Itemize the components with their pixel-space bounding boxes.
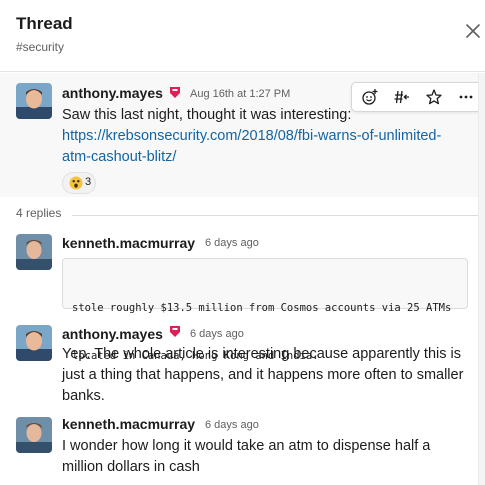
avatar[interactable] — [16, 83, 52, 119]
start-thread-button[interactable] — [386, 83, 418, 111]
avatar[interactable] — [16, 417, 52, 453]
start-thread-icon — [394, 90, 409, 104]
more-actions-icon — [459, 95, 473, 99]
message-text: Saw this last night, thought it was inte… — [62, 105, 472, 168]
team-badge-icon — [170, 326, 180, 337]
message-text: I wonder how long it would take an atm t… — [62, 436, 472, 478]
code-block: stole roughly $13.5 million from Cosmos … — [62, 258, 468, 362]
replies-count: 4 replies — [16, 206, 62, 220]
thread-header: Thread #security — [0, 0, 485, 72]
message-text-line: million dollars in cash — [62, 459, 200, 475]
message-timestamp[interactable]: Aug 16th at 1:27 PM — [190, 88, 290, 100]
author-name[interactable]: kenneth.macmurray — [62, 235, 195, 251]
author-name[interactable]: anthony.mayes — [62, 85, 163, 101]
star-icon — [426, 89, 442, 105]
message-text-line: banks. — [62, 388, 105, 404]
divider-line — [72, 215, 478, 216]
add-reaction-button[interactable] — [354, 83, 386, 111]
reaction-count: 3 — [85, 176, 92, 188]
article-link[interactable]: https://krebsonsecurity.com/2018/08/fbi-… — [62, 126, 472, 168]
team-badge-icon — [170, 87, 180, 98]
close-icon[interactable] — [462, 20, 484, 42]
code-line: stole roughly $13.5 million from Cosmos … — [72, 302, 452, 314]
message-text-line: I wonder how long it would take an atm t… — [62, 438, 431, 454]
reaction-pill[interactable]: 3 — [62, 172, 96, 194]
message-timestamp[interactable]: 6 days ago — [205, 237, 259, 249]
replies-divider: 4 replies — [0, 203, 478, 223]
avatar[interactable] — [16, 325, 52, 361]
channel-name[interactable]: #security — [16, 40, 64, 54]
add-reaction-icon — [362, 89, 378, 105]
star-button[interactable] — [418, 83, 450, 111]
avatar[interactable] — [16, 234, 52, 270]
article-link-line1[interactable]: https://krebsonsecurity.com/2018/08/fbi-… — [62, 126, 472, 147]
author-name[interactable]: kenneth.macmurray — [62, 416, 195, 432]
thread-title: Thread — [16, 14, 73, 33]
message-actions-toolbar — [351, 82, 483, 112]
reply-message[interactable]: anthony.mayes 6 days ago Yep. The whole … — [0, 318, 478, 408]
message-text-line: just a thing that happens, and it happen… — [62, 367, 464, 383]
reply-message[interactable]: kenneth.macmurray 6 days ago I wonder ho… — [0, 410, 478, 485]
author-name[interactable]: anthony.mayes — [62, 326, 163, 342]
article-link-line2[interactable]: atm-cashout-blitz/ — [62, 147, 472, 168]
astonished-face-icon — [69, 176, 83, 190]
message-text: Yep. The whole article is interesting be… — [62, 344, 472, 407]
message-timestamp[interactable]: 6 days ago — [205, 419, 259, 431]
scrollbar[interactable] — [478, 73, 485, 485]
message-text-line: Yep. The whole article is interesting be… — [62, 346, 461, 362]
message-timestamp[interactable]: 6 days ago — [190, 328, 244, 340]
